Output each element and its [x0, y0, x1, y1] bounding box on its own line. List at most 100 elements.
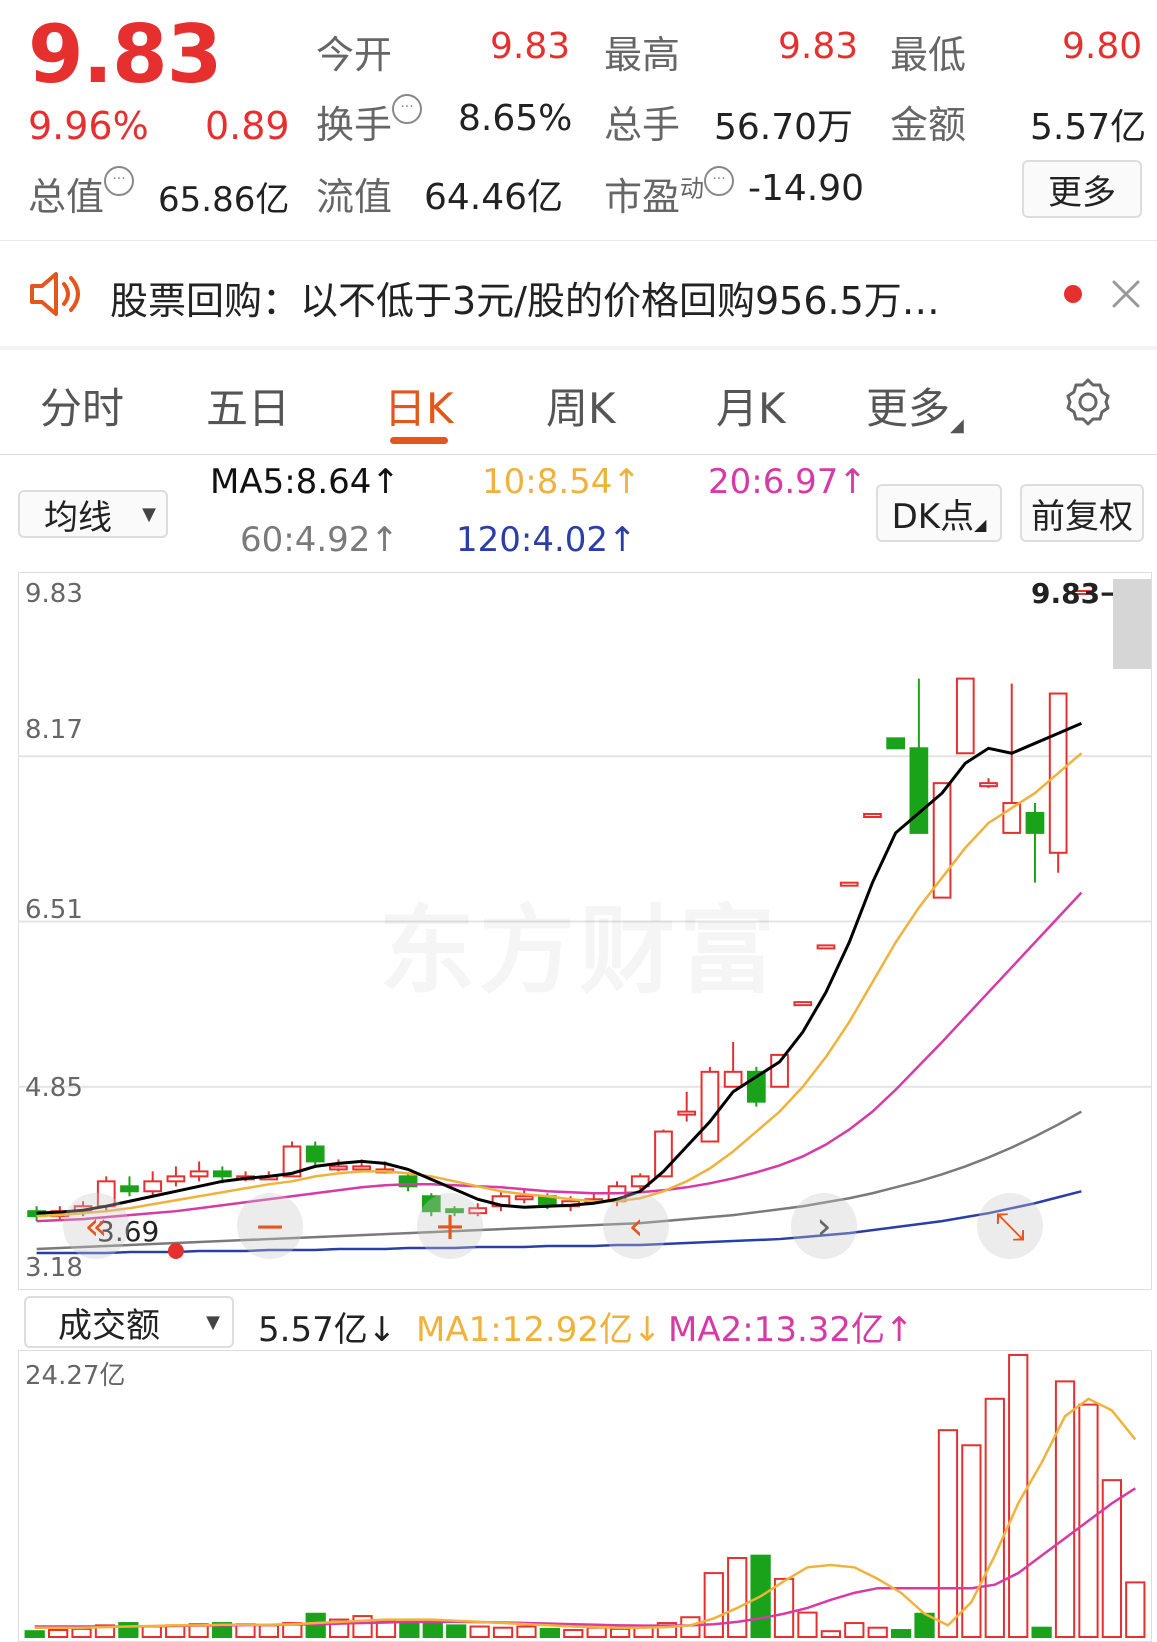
candle-body	[305, 1145, 325, 1163]
low-value: 9.80	[1062, 26, 1143, 67]
candle-body	[932, 782, 952, 899]
info-icon[interactable]: ···	[392, 94, 423, 124]
volume-bar	[141, 1625, 162, 1638]
scroll-left-icon[interactable]: ‹	[603, 1193, 669, 1259]
volume-bar	[609, 1627, 631, 1639]
volume-bar	[984, 1397, 1005, 1638]
candle-body	[909, 747, 929, 834]
last-price: 9.83	[28, 8, 222, 101]
mktcap-value: 65.86亿	[158, 180, 290, 220]
ma20-text: 20:6.97	[708, 462, 839, 502]
tab-monthly-k[interactable]: 月K	[716, 375, 786, 436]
close-icon[interactable]	[1108, 276, 1144, 312]
volume-label: 总手	[604, 103, 681, 147]
scroll-right-icon[interactable]: ›	[791, 1193, 857, 1259]
volume-bar	[820, 1630, 842, 1639]
change-percent: 9.96%	[28, 104, 149, 148]
volume-bar	[539, 1627, 561, 1639]
volume-chart[interactable]	[19, 1351, 1152, 1642]
fullscreen-icon[interactable]: ⤡	[977, 1193, 1043, 1259]
volume-bar	[24, 1630, 45, 1639]
forward-adjust-button[interactable]: 前复权	[1020, 484, 1144, 542]
candle-body	[143, 1180, 163, 1193]
ma20-value: 20:6.97↑	[708, 462, 867, 502]
volume-bar	[727, 1556, 748, 1638]
volume-bar	[422, 1620, 443, 1638]
zoom-out-icon[interactable]: −	[237, 1193, 303, 1259]
candle-body	[120, 1185, 139, 1193]
candle-body	[979, 782, 998, 788]
candle-body	[700, 1070, 720, 1143]
pe-label[interactable]: 市盈动 ···	[604, 166, 735, 221]
dropdown-arrow-icon: ▼	[206, 1311, 220, 1333]
volume-bar	[516, 1625, 537, 1638]
volume-bar	[492, 1626, 514, 1638]
y-label: 4.85	[25, 1073, 83, 1103]
dk-point-button[interactable]: DK点 ◢	[876, 484, 1002, 542]
y-label: 9.83	[25, 579, 83, 609]
info-icon[interactable]: ···	[104, 166, 135, 196]
ma120-text: 120:4.02	[456, 520, 609, 560]
arrow-up-icon: ↑	[885, 1310, 914, 1350]
arrow-down-icon: ↓	[633, 1310, 662, 1350]
volume-indicator-selector[interactable]: 成交额 ▼	[24, 1296, 234, 1348]
unread-dot	[1064, 285, 1082, 303]
y-label: 8.17	[25, 715, 83, 745]
turnover-label[interactable]: 换手 ···	[316, 94, 423, 149]
volume-bar	[258, 1624, 280, 1638]
turnover-label-text: 换手	[316, 103, 393, 147]
volume-max-label: 24.27亿	[25, 1361, 126, 1391]
candle-body	[189, 1170, 209, 1178]
tab-intraday[interactable]: 分时	[40, 375, 124, 436]
volume-value: 5.57亿↓	[258, 1302, 396, 1351]
volume-bar	[680, 1616, 701, 1639]
open-value: 9.83	[490, 26, 571, 67]
y-label: 3.18	[25, 1253, 83, 1283]
candle-body	[352, 1165, 372, 1171]
volume-bar	[867, 1626, 888, 1638]
volume-bar	[1008, 1354, 1029, 1638]
ma5-value: MA5:8.64↑	[210, 462, 400, 502]
ma120-line	[36, 1190, 1082, 1255]
arrow-up-icon: ↑	[608, 520, 637, 560]
more-quote-button[interactable]: 更多	[1022, 160, 1142, 218]
tab-more[interactable]: 更多◢	[866, 375, 964, 436]
scroll-handle[interactable]	[1113, 579, 1151, 669]
amount-value: 5.57亿	[1030, 107, 1147, 148]
volume-bar	[446, 1624, 467, 1638]
ma5-text: MA5:8.64	[210, 462, 372, 502]
zoom-in-icon[interactable]: +	[417, 1193, 483, 1259]
ma60-line	[36, 1110, 1082, 1251]
ma120-value: 120:4.02↑	[456, 520, 637, 560]
min-marker-dot	[167, 1243, 184, 1259]
tab-weekly-k[interactable]: 周K	[546, 375, 616, 436]
volume-selector-label: 成交额	[58, 1305, 160, 1346]
candle-body	[514, 1195, 534, 1201]
candle-body	[166, 1175, 186, 1183]
ma-selector[interactable]: 均线 ▼	[18, 490, 168, 538]
ma-selector-label: 均线	[44, 497, 112, 538]
volume-bar	[703, 1572, 724, 1639]
tab-daily-k[interactable]: 日K	[384, 375, 454, 436]
candle-body	[329, 1165, 348, 1171]
mktcap-label[interactable]: 总值 ···	[28, 166, 135, 221]
pe-label-text: 市盈	[604, 175, 681, 219]
header-divider	[0, 240, 1157, 241]
price-chart-panel[interactable]: 9.83 8.17 6.51 4.85 3.18 9.83→ 3.69 东方财富…	[18, 572, 1152, 1290]
y-label: 6.51	[25, 895, 83, 925]
volume-ma2-text: MA2:13.32亿	[668, 1310, 886, 1350]
scroll-start-icon[interactable]: «	[63, 1193, 129, 1259]
volume-chart-panel[interactable]: 24.27亿	[18, 1350, 1152, 1642]
mktcap-label-text: 总值	[28, 175, 105, 219]
notice-text[interactable]: 股票回购：以不低于3元/股的价格回购956.5万…	[110, 270, 1010, 325]
volume-ma1: MA1:12.92亿↓	[416, 1302, 662, 1351]
volume-bar	[1054, 1380, 1076, 1638]
max-price-label: 9.83→	[1031, 577, 1124, 610]
candle-body	[839, 881, 859, 887]
candle-body	[793, 1001, 813, 1007]
turnover-value: 8.65%	[458, 98, 573, 139]
change-amount: 0.89	[205, 104, 290, 148]
gear-icon[interactable]	[1062, 376, 1114, 428]
tab-five-day[interactable]: 五日	[206, 375, 290, 436]
info-icon[interactable]: ···	[704, 166, 735, 196]
